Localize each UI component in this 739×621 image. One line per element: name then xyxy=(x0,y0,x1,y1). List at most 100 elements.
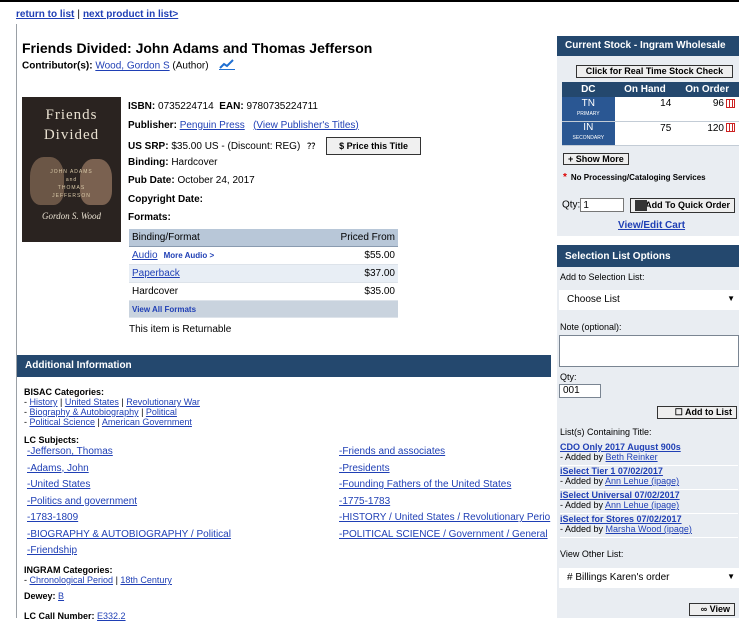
ingram-link[interactable]: Chronological Period xyxy=(30,575,114,585)
qty-label: Qty: xyxy=(562,199,581,211)
view-all-formats-link[interactable]: View All Formats xyxy=(132,305,196,314)
stock-table: DC On Hand On Order TN PRIMARY 14 96 IN SE… xyxy=(562,82,739,146)
view-edit-cart-link[interactable]: View/Edit Cart xyxy=(618,220,685,231)
format-price: $35.00 xyxy=(288,282,398,301)
added-by-text: - Added by xyxy=(560,524,604,534)
add-quick-order-label: Add To Quick Order xyxy=(645,200,730,210)
lc-subject-link[interactable]: -1775-1783 xyxy=(339,496,390,507)
srp-label: US SRP: xyxy=(128,141,169,152)
lc-subject-link[interactable]: -Adams, John xyxy=(27,463,89,474)
added-by-link[interactable]: Beth Reinker xyxy=(606,452,658,462)
srp-value: $35.00 US xyxy=(171,141,219,152)
table-row: TN PRIMARY 14 96 xyxy=(562,97,739,122)
lc-subject-link[interactable]: -HISTORY / United States / Revolutionary… xyxy=(339,512,550,523)
bisac-link[interactable]: Political xyxy=(146,407,177,417)
dewey-label: Dewey: xyxy=(24,591,56,601)
format-price: $55.00 xyxy=(288,246,398,265)
quick-order-qty: Qty: xyxy=(562,198,625,212)
next-product-link[interactable]: next product in list> xyxy=(83,9,178,20)
dc-code: IN xyxy=(583,122,594,133)
bisac-link[interactable]: American Government xyxy=(102,417,192,427)
dc-type: SECONDARY xyxy=(572,135,605,141)
binoculars-icon: ∞ xyxy=(700,604,710,614)
no-processing-text: No Processing/Cataloging Services xyxy=(570,173,706,182)
bisac-link[interactable]: History xyxy=(30,397,58,407)
format-paperback-link[interactable]: Paperback xyxy=(132,268,180,279)
bisac-link[interactable]: Political Science xyxy=(30,417,96,427)
return-to-list-link[interactable]: return to list xyxy=(16,9,74,20)
list-name-link[interactable]: CDO Only 2017 August 900s xyxy=(560,442,681,452)
list-item: iSelect for Stores 07/02/2017- Added by … xyxy=(560,514,738,538)
format-cell: Paperback xyxy=(129,264,289,283)
added-by-link[interactable]: Marsha Wood (ipage) xyxy=(606,524,692,534)
lc-subject-link[interactable]: -Presidents xyxy=(339,463,390,474)
list-item: CDO Only 2017 August 900s - Added by Beth… xyxy=(560,442,738,466)
sales-chart-icon[interactable] xyxy=(219,59,236,73)
show-more-button[interactable]: + Show More xyxy=(563,153,629,165)
cover-title-line1: Friends xyxy=(45,107,98,123)
view-list-button[interactable]: ∞ View xyxy=(689,603,735,616)
contributor-link[interactable]: Wood, Gordon S xyxy=(95,61,169,72)
no-processing-notice: * No Processing/Cataloging Services xyxy=(563,172,706,183)
lc-subject-link[interactable]: -Founding Fathers of the United States xyxy=(339,479,511,490)
lc-subjects-right: -Friends and associates -Presidents -Fou… xyxy=(339,446,550,545)
lc-subject-link[interactable]: -United States xyxy=(27,479,90,490)
selection-qty-input[interactable]: 001 xyxy=(559,384,601,398)
copyright-label: Copyright Date: xyxy=(128,193,203,205)
ingram-categories: INGRAM Categories: - Chronological Perio… xyxy=(24,565,172,585)
bisac-link[interactable]: Revolutionary War xyxy=(126,397,200,407)
bisac-link[interactable]: Biography & Autobiography xyxy=(30,407,139,417)
lc-subject-link[interactable]: -BIOGRAPHY & AUTOBIOGRAPHY / Political xyxy=(27,529,231,540)
dewey-link[interactable]: B xyxy=(58,591,64,601)
added-by-link[interactable]: Ann Lehue (ipage) xyxy=(605,476,679,486)
list-name-link[interactable]: iSelect Universal 07/02/2017 xyxy=(560,490,680,500)
price-info-icon[interactable]: ⁇ xyxy=(307,139,315,153)
publisher-titles-link[interactable]: (View Publisher's Titles) xyxy=(253,120,359,131)
note-textarea[interactable] xyxy=(559,335,739,367)
lc-subject-link[interactable]: -Jefferson, Thomas xyxy=(27,446,113,457)
lc-subjects-left: -Jefferson, Thomas -Adams, John -United … xyxy=(27,446,231,562)
on-hand-value: 14 xyxy=(614,97,676,122)
choose-list-select[interactable]: Choose List ▼ xyxy=(559,290,739,310)
format-cell: Audio More Audio > xyxy=(129,246,289,265)
real-time-stock-button[interactable]: Click for Real Time Stock Check xyxy=(576,65,733,78)
chevron-down-icon: ▼ xyxy=(727,572,735,581)
lc-subject-link[interactable]: -Friends and associates xyxy=(339,446,445,457)
lc-subject-link[interactable]: -Politics and government xyxy=(27,496,137,507)
ingram-line: - Chronological Period | 18th Century xyxy=(24,575,172,585)
discount-value: - (Discount: REG) xyxy=(221,141,301,152)
ingram-link[interactable]: 18th Century xyxy=(120,575,172,585)
lc-subject-link[interactable]: -1783-1809 xyxy=(27,512,78,523)
cover-subtitle-1: JOHN ADAMS xyxy=(50,169,93,175)
list-name-link[interactable]: iSelect Tier 1 07/02/2017 xyxy=(560,466,663,476)
calendar-icon[interactable] xyxy=(726,98,735,108)
cart-icon xyxy=(635,200,647,211)
dc-cell[interactable]: TN PRIMARY xyxy=(562,97,615,122)
format-audio-link[interactable]: Audio xyxy=(132,250,158,261)
stock-header-row: DC On Hand On Order xyxy=(562,82,739,97)
price-this-title-button[interactable]: $ Price this Title xyxy=(326,137,422,155)
lc-subject-link[interactable]: -Friendship xyxy=(27,545,77,556)
book-cover-image: Friends Divided JOHN ADAMS and THOMAS JE… xyxy=(22,97,121,242)
dc-type: PRIMARY xyxy=(576,110,600,117)
quick-order-qty-input[interactable] xyxy=(580,198,625,212)
list-name-link[interactable]: iSelect for Stores 07/02/2017 xyxy=(560,514,682,524)
binding-label: Binding: xyxy=(128,156,169,168)
formats-footer-row: View All Formats xyxy=(129,300,398,318)
add-to-list-button[interactable]: ☐ Add to List xyxy=(657,406,737,419)
formats-row: Formats: xyxy=(128,211,421,230)
added-by-link[interactable]: Ann Lehue (ipage) xyxy=(605,500,679,510)
dc-code: TN xyxy=(581,97,595,109)
dc-cell[interactable]: IN SECONDARY xyxy=(562,121,615,146)
lc-subject-link[interactable]: -POLITICAL SCIENCE / Government / Genera… xyxy=(339,529,548,540)
calendar-icon[interactable] xyxy=(726,123,735,133)
publisher-link[interactable]: Penguin Press xyxy=(180,120,245,131)
bisac-link[interactable]: United States xyxy=(65,397,119,407)
more-audio-link[interactable]: More Audio > xyxy=(164,251,215,260)
lc-call-link[interactable]: E332.2 xyxy=(97,611,126,621)
ean-label: EAN: xyxy=(219,101,244,112)
add-list-label: Add to List xyxy=(685,407,732,417)
add-to-quick-order-button[interactable]: Add To Quick Order xyxy=(630,198,735,213)
additional-info-header: Additional Information xyxy=(17,355,551,377)
other-list-select[interactable]: # Billings Karen's order ▼ xyxy=(559,568,739,588)
